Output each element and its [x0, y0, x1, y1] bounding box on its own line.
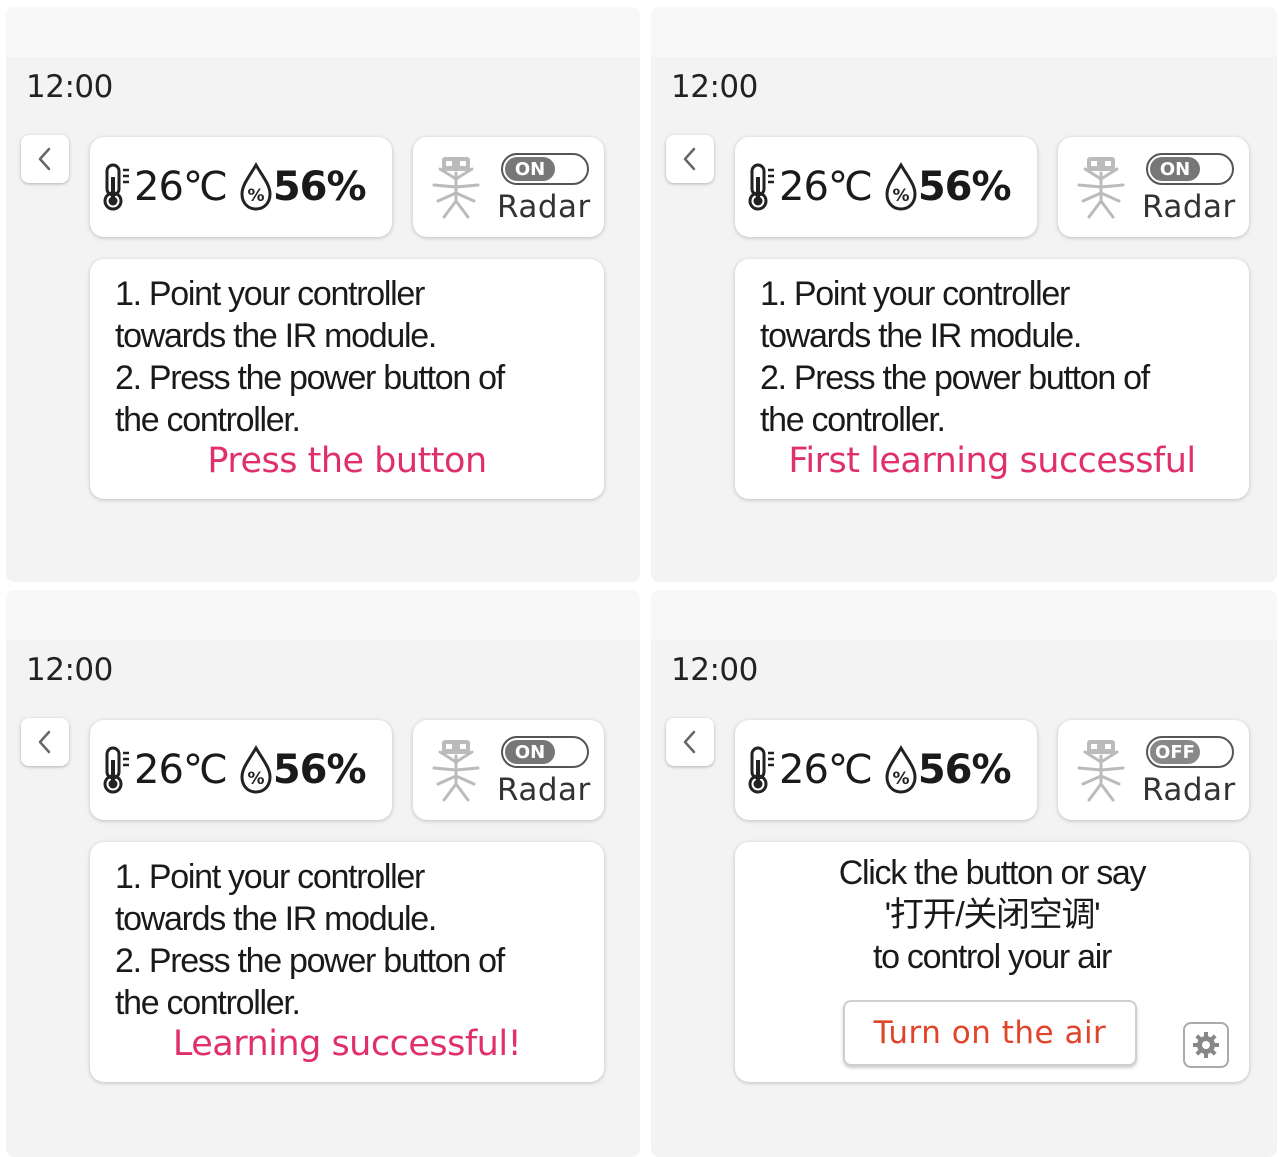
- radar-card: OFF Radar: [1058, 720, 1249, 820]
- chevron-left-icon: [38, 730, 51, 754]
- svg-text:%: %: [247, 186, 264, 206]
- instruction-line: 1. Point your controller: [760, 275, 1070, 313]
- voice-line: to control your air: [873, 938, 1112, 976]
- radar-toggle-label: OFF: [1150, 740, 1200, 764]
- radar-label: Radar: [497, 772, 591, 808]
- clock: 12:00: [671, 652, 758, 688]
- instruction-line: the controller.: [115, 984, 301, 1022]
- back-button[interactable]: [666, 135, 714, 183]
- instruction-steps: 1. Point your controller towards the IR …: [760, 273, 1229, 441]
- top-band: [651, 7, 1277, 57]
- thermometer-icon: [748, 746, 774, 794]
- back-button[interactable]: [21, 718, 69, 766]
- instruction-steps: 1. Point your controller towards the IR …: [115, 856, 584, 1024]
- thermometer-icon: [103, 163, 129, 211]
- radar-toggle-label: ON: [505, 740, 555, 764]
- radar-card: ON Radar: [413, 720, 604, 820]
- screen-3: 12:00 26℃ % 56% ON Radar 1. Point your c…: [6, 590, 640, 1157]
- chevron-left-icon: [683, 730, 696, 754]
- radar-card: ON Radar: [413, 137, 604, 237]
- instruction-card: 1. Point your controller towards the IR …: [90, 259, 604, 499]
- instruction-line: towards the IR module.: [115, 317, 437, 355]
- radar-robot-icon: [432, 157, 480, 219]
- instruction-line: the controller.: [115, 401, 301, 439]
- environment-card: 26℃ % 56%: [90, 137, 392, 237]
- humidity-value: 56%: [272, 164, 367, 210]
- voice-line: '打开/关闭空调': [884, 896, 1101, 934]
- voice-instructions: Click the button or say '打开/关闭空调' to con…: [735, 852, 1249, 978]
- settings-button[interactable]: [1183, 1022, 1229, 1068]
- clock: 12:00: [26, 69, 113, 105]
- svg-text:%: %: [892, 186, 909, 206]
- humidity-value: 56%: [272, 747, 367, 793]
- humidity-drop-icon: %: [885, 162, 917, 211]
- radar-label: Radar: [1142, 189, 1236, 225]
- environment-card: 26℃ % 56%: [735, 720, 1037, 820]
- radar-toggle-label: ON: [1150, 157, 1200, 181]
- temperature-value: 26℃: [779, 747, 873, 793]
- instruction-line: 1. Point your controller: [115, 858, 425, 896]
- thermometer-icon: [748, 163, 774, 211]
- voice-line: Click the button or say: [838, 854, 1147, 892]
- instruction-steps: 1. Point your controller towards the IR …: [115, 273, 584, 441]
- top-band: [651, 590, 1277, 640]
- learning-status: Press the button: [207, 441, 487, 481]
- svg-text:%: %: [892, 769, 909, 789]
- gear-icon: [1193, 1032, 1219, 1058]
- chevron-left-icon: [38, 147, 51, 171]
- instruction-card: 1. Point your controller towards the IR …: [735, 259, 1249, 499]
- voice-control-card: Click the button or say '打开/关闭空调' to con…: [735, 842, 1249, 1082]
- humidity-value: 56%: [917, 164, 1012, 210]
- thermometer-icon: [103, 746, 129, 794]
- instruction-line: 2. Press the power button of: [760, 359, 1150, 397]
- back-button[interactable]: [21, 135, 69, 183]
- radar-label: Radar: [497, 189, 591, 225]
- radar-toggle[interactable]: OFF: [1146, 736, 1234, 768]
- temperature-value: 26℃: [134, 164, 228, 210]
- clock: 12:00: [671, 69, 758, 105]
- humidity-value: 56%: [917, 747, 1012, 793]
- chevron-left-icon: [683, 147, 696, 171]
- top-band: [6, 7, 640, 57]
- instruction-line: the controller.: [760, 401, 946, 439]
- top-band: [6, 590, 640, 640]
- radar-toggle[interactable]: ON: [501, 153, 589, 185]
- radar-robot-icon: [1077, 740, 1125, 802]
- temperature-value: 26℃: [779, 164, 873, 210]
- radar-label: Radar: [1142, 772, 1236, 808]
- radar-card: ON Radar: [1058, 137, 1249, 237]
- instruction-card: 1. Point your controller towards the IR …: [90, 842, 604, 1082]
- radar-toggle-label: ON: [505, 157, 555, 181]
- learning-status: First learning successful: [788, 441, 1196, 481]
- turn-on-air-button[interactable]: Turn on the air: [843, 1000, 1137, 1066]
- screen-4: 12:00 26℃ % 56% OFF Radar Click the butt…: [651, 590, 1277, 1157]
- screen-2: 12:00 26℃ % 56% ON Radar 1. Point your c…: [651, 7, 1277, 582]
- radar-robot-icon: [1077, 157, 1125, 219]
- learning-status: Learning successful!: [172, 1024, 522, 1064]
- instruction-line: towards the IR module.: [115, 900, 437, 938]
- radar-toggle[interactable]: ON: [501, 736, 589, 768]
- clock: 12:00: [26, 652, 113, 688]
- screen-1: 12:00 26℃ % 56% ON Radar 1. Point your c…: [6, 7, 640, 582]
- instruction-line: 2. Press the power button of: [115, 359, 505, 397]
- svg-text:%: %: [247, 769, 264, 789]
- environment-card: 26℃ % 56%: [90, 720, 392, 820]
- humidity-drop-icon: %: [885, 745, 917, 794]
- instruction-line: 2. Press the power button of: [115, 942, 505, 980]
- instruction-line: towards the IR module.: [760, 317, 1082, 355]
- humidity-drop-icon: %: [240, 162, 272, 211]
- environment-card: 26℃ % 56%: [735, 137, 1037, 237]
- temperature-value: 26℃: [134, 747, 228, 793]
- radar-robot-icon: [432, 740, 480, 802]
- instruction-line: 1. Point your controller: [115, 275, 425, 313]
- radar-toggle[interactable]: ON: [1146, 153, 1234, 185]
- back-button[interactable]: [666, 718, 714, 766]
- humidity-drop-icon: %: [240, 745, 272, 794]
